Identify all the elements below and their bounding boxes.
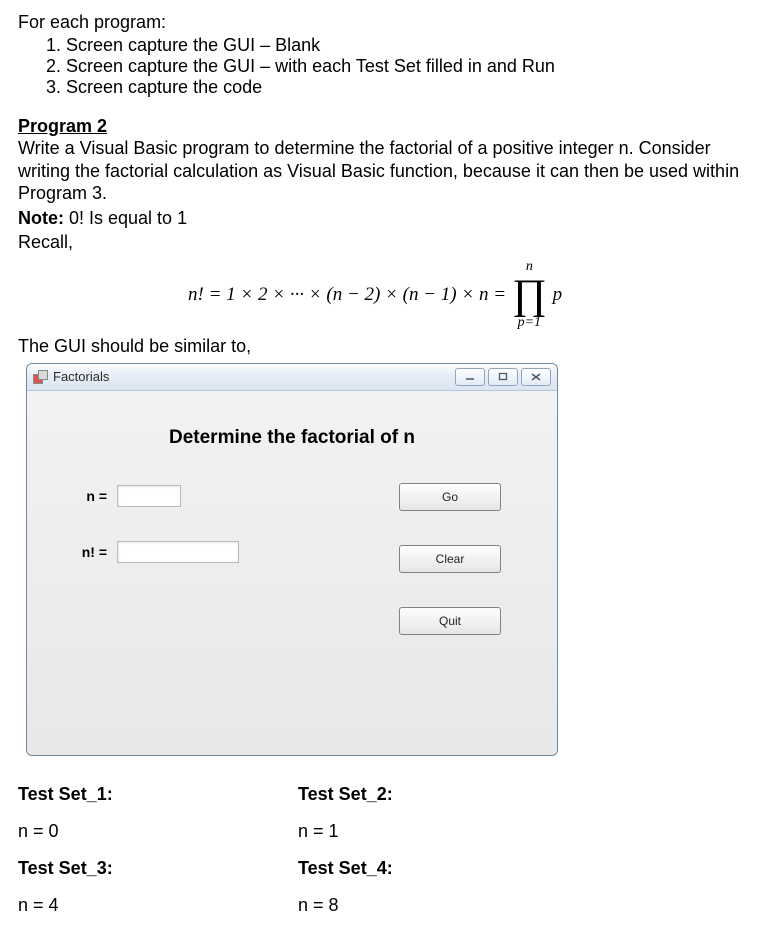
button-column: Go Clear Quit bbox=[399, 483, 501, 635]
formula-lhs: n! = 1 × 2 × ··· × (n − 2) × (n − 1) × n… bbox=[188, 284, 506, 306]
program-description: Write a Visual Basic program to determin… bbox=[18, 137, 765, 205]
testset-2-title: Test Set_2: bbox=[298, 784, 578, 805]
label-n-factorial: n! = bbox=[47, 544, 107, 560]
step-1: Screen capture the GUI – Blank bbox=[66, 35, 765, 56]
program-note: Note: 0! Is equal to 1 bbox=[18, 207, 765, 230]
step-2: Screen capture the GUI – with each Test … bbox=[66, 56, 765, 77]
product-lower: p=1 bbox=[518, 316, 541, 330]
go-button[interactable]: Go bbox=[399, 483, 501, 511]
intro-steps: Screen capture the GUI – Blank Screen ca… bbox=[18, 35, 765, 98]
note-text: 0! Is equal to 1 bbox=[64, 208, 187, 228]
label-n: n = bbox=[47, 488, 107, 504]
form-body: Determine the factorial of n n = n! = Go… bbox=[27, 391, 557, 755]
product-notation: n ∏ p=1 bbox=[512, 260, 547, 330]
maximize-icon bbox=[497, 372, 509, 382]
product-term: p bbox=[553, 284, 563, 306]
testset-grid: Test Set_1: Test Set_2: n = 0 n = 1 Test… bbox=[18, 784, 765, 916]
input-n[interactable] bbox=[117, 485, 181, 507]
testset-1-value: n = 0 bbox=[18, 821, 298, 842]
maximize-button[interactable] bbox=[488, 368, 518, 386]
minimize-button[interactable] bbox=[455, 368, 485, 386]
product-symbol-icon: ∏ bbox=[512, 274, 547, 316]
testset-1-title: Test Set_1: bbox=[18, 784, 298, 805]
testset-4-value: n = 8 bbox=[298, 895, 578, 916]
input-n-factorial[interactable] bbox=[117, 541, 239, 563]
testset-2-value: n = 1 bbox=[298, 821, 578, 842]
form-heading: Determine the factorial of n bbox=[47, 427, 537, 449]
testset-3-value: n = 4 bbox=[18, 895, 298, 916]
formula: n! = 1 × 2 × ··· × (n − 2) × (n − 1) × n… bbox=[18, 260, 765, 330]
close-button[interactable] bbox=[521, 368, 551, 386]
program-heading: Program 2 bbox=[18, 116, 765, 137]
gui-window: Factorials Determine the factorial of n … bbox=[26, 363, 558, 756]
program-recall: Recall, bbox=[18, 231, 765, 254]
app-icon bbox=[33, 370, 47, 384]
testset-3-title: Test Set_3: bbox=[18, 858, 298, 879]
intro-lead: For each program: bbox=[18, 12, 765, 33]
testset-4-title: Test Set_4: bbox=[298, 858, 578, 879]
window-controls bbox=[455, 368, 551, 386]
window-title: Factorials bbox=[53, 369, 455, 384]
note-label: Note: bbox=[18, 208, 64, 228]
window-titlebar: Factorials bbox=[27, 364, 557, 391]
step-3: Screen capture the code bbox=[66, 77, 765, 98]
quit-button[interactable]: Quit bbox=[399, 607, 501, 635]
gui-lead: The GUI should be similar to, bbox=[18, 336, 765, 357]
close-icon bbox=[530, 372, 542, 382]
minimize-icon bbox=[464, 372, 476, 382]
clear-button[interactable]: Clear bbox=[399, 545, 501, 573]
